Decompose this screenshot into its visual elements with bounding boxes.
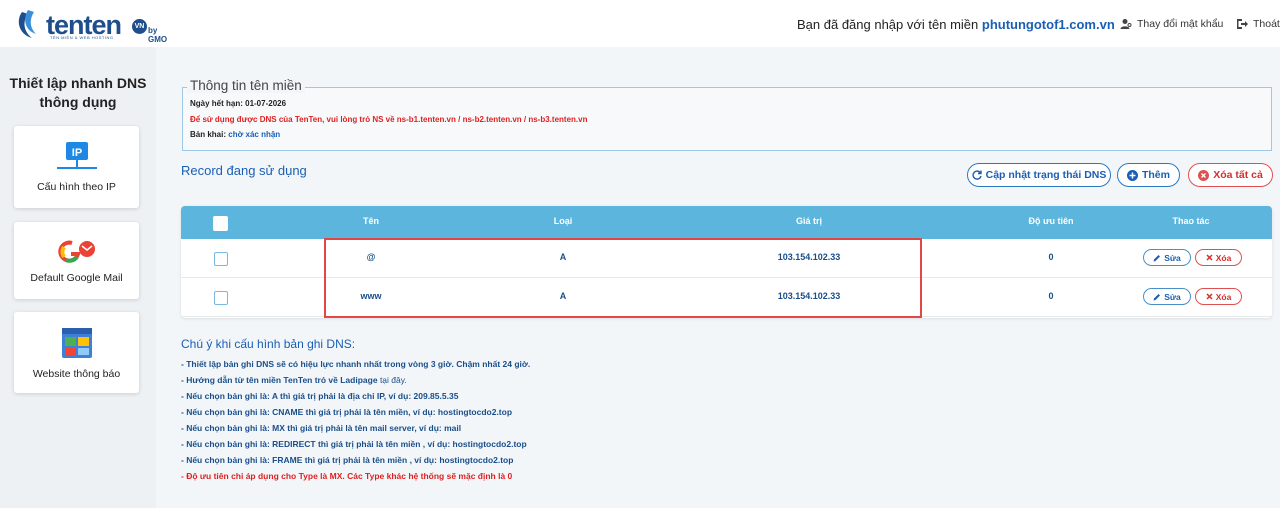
delete-label: Xóa [1215, 252, 1232, 263]
note-item: - Nếu chọn bản ghi là: FRAME thì giá trị… [181, 455, 514, 465]
sidebar-title: Thiết lập nhanh DNS thông dụng [9, 75, 147, 110]
column-type: Loại [553, 216, 573, 226]
note-item: - Nếu chọn bản ghi là: CNAME thì giá trị… [181, 407, 513, 417]
x-icon [1206, 293, 1213, 300]
note-item: - Nếu chọn bản ghi là: A thì giá trị phả… [181, 391, 459, 401]
note-text: - Hướng dẫn từ tên miền TenTen trỏ về La… [181, 375, 378, 385]
add-record-label: Thêm [1141, 169, 1170, 181]
declaration-status: Bản khai: chờ xác nhận [190, 130, 280, 139]
note-item-warning: - Độ ưu tiên chỉ áp dụng cho Type là MX.… [181, 471, 513, 481]
logout-label: Thoát [1253, 18, 1280, 30]
sidebar-item-label: Default Google Mail [30, 272, 123, 284]
declaration-label: Bản khai: [190, 130, 227, 139]
delete-all-label: Xóa tất cả [1213, 169, 1263, 181]
notes-title: Chú ý khi cấu hình bản ghi DNS: [181, 337, 356, 351]
svg-text:IP: IP [72, 147, 82, 159]
note-item: - Nếu chọn bản ghi là: MX thì giá trị ph… [181, 423, 462, 433]
sidebar-item-label: Cấu hình theo IP [37, 181, 116, 193]
edit-label: Sửa [1164, 291, 1181, 302]
pencil-icon [1153, 293, 1161, 300]
records-title: Record đang sử dụng [181, 163, 307, 178]
change-password-link[interactable]: Thay đổi mật khẩu [1120, 18, 1223, 30]
ip-network-icon: IP [57, 142, 97, 169]
add-record-button[interactable]: Thêm [1117, 163, 1180, 187]
table-row: @ A 103.154.102.33 0 Sửa Xóa [181, 239, 1272, 278]
delete-record-button[interactable]: Xóa [1195, 288, 1242, 305]
note-item: - Thiết lập bản ghi DNS sẽ có hiệu lực n… [181, 359, 531, 369]
table-row: www A 103.154.102.33 0 Sửa Xóa [181, 278, 1272, 317]
x-icon [1206, 254, 1213, 261]
pencil-icon [1153, 254, 1161, 261]
column-priority: Độ ưu tiên [1028, 216, 1074, 226]
change-password-label: Thay đổi mật khẩu [1137, 18, 1224, 30]
sidebar-item-ip-config[interactable]: IP Cấu hình theo IP [14, 126, 139, 208]
logout-link[interactable]: Thoát [1236, 18, 1280, 30]
expiry-date: Ngày hết hạn: 01-07-2026 [190, 99, 287, 108]
column-name: Tên [362, 216, 379, 226]
logo-vn-badge: VN [132, 19, 147, 34]
plus-circle-icon [1126, 169, 1138, 181]
record-type: A [559, 291, 567, 301]
website-icon [62, 328, 92, 358]
table-header: Tên Loại Giá trị Độ ưu tiên Thao tác [181, 206, 1272, 239]
refresh-dns-button[interactable]: Cập nhật trạng thái DNS [967, 163, 1111, 187]
sidebar: Thiết lập nhanh DNS thông dụng IP Cấu hì… [0, 47, 156, 508]
login-domain[interactable]: phutungotof1.com.vn [982, 17, 1115, 32]
logo-tagline: TÊN MIỀN & WEB HOSTING [50, 35, 114, 40]
close-circle-icon [1198, 169, 1210, 181]
column-actions: Thao tác [1172, 216, 1210, 226]
logout-icon [1237, 19, 1248, 29]
records-table: Tên Loại Giá trị Độ ưu tiên Thao tác @ A… [181, 206, 1272, 318]
edit-record-button[interactable]: Sửa [1143, 249, 1191, 266]
record-value: 103.154.102.33 [777, 291, 841, 301]
delete-label: Xóa [1215, 291, 1232, 302]
sidebar-item-label: Website thông báo [32, 368, 121, 380]
refresh-dns-label: Cập nhật trạng thái DNS [985, 169, 1107, 181]
refresh-icon [972, 170, 982, 180]
note-item: - Nếu chọn bản ghi là: REDIRECT thì giá … [181, 439, 527, 449]
select-all-checkbox[interactable] [213, 216, 228, 231]
record-priority: 0 [1048, 252, 1054, 262]
login-prefix: Bạn đã đăng nhập với tên miền [797, 17, 979, 32]
sidebar-item-website-notice[interactable]: Website thông báo [14, 312, 139, 393]
login-info: Bạn đã đăng nhập với tên miền phutungoto… [797, 17, 1115, 32]
sidebar-item-google-mail[interactable]: Default Google Mail [14, 222, 139, 299]
user-key-icon [1120, 19, 1132, 29]
delete-all-button[interactable]: Xóa tất cả [1188, 163, 1273, 187]
logo-gmo: by GMO [148, 26, 168, 44]
delete-record-button[interactable]: Xóa [1195, 249, 1242, 266]
note-item: - Hướng dẫn từ tên miền TenTen trỏ về La… [181, 375, 407, 385]
ns-notice: Để sử dụng được DNS của TenTen, vui lòng… [190, 115, 588, 124]
row-checkbox[interactable] [214, 291, 228, 305]
domain-info-legend: Thông tin tên miền [187, 78, 305, 93]
tenten-logo[interactable]: tenten VN by GMO TÊN MIỀN & WEB HOSTING [14, 6, 168, 44]
record-priority: 0 [1048, 291, 1054, 301]
edit-label: Sửa [1164, 252, 1181, 263]
column-value: Giá trị [795, 216, 822, 226]
top-header: tenten VN by GMO TÊN MIỀN & WEB HOSTING … [0, 0, 1280, 47]
record-name: www [360, 291, 382, 301]
record-value: 103.154.102.33 [777, 252, 841, 262]
record-type: A [559, 252, 567, 262]
google-mail-icon [58, 240, 95, 263]
record-name: @ [366, 252, 376, 262]
edit-record-button[interactable]: Sửa [1143, 288, 1191, 305]
row-checkbox[interactable] [214, 252, 228, 266]
logo-swoosh-icon [18, 10, 36, 38]
declaration-value: chờ xác nhận [228, 130, 281, 139]
ladipage-guide-link[interactable]: tại đây. [380, 375, 407, 385]
